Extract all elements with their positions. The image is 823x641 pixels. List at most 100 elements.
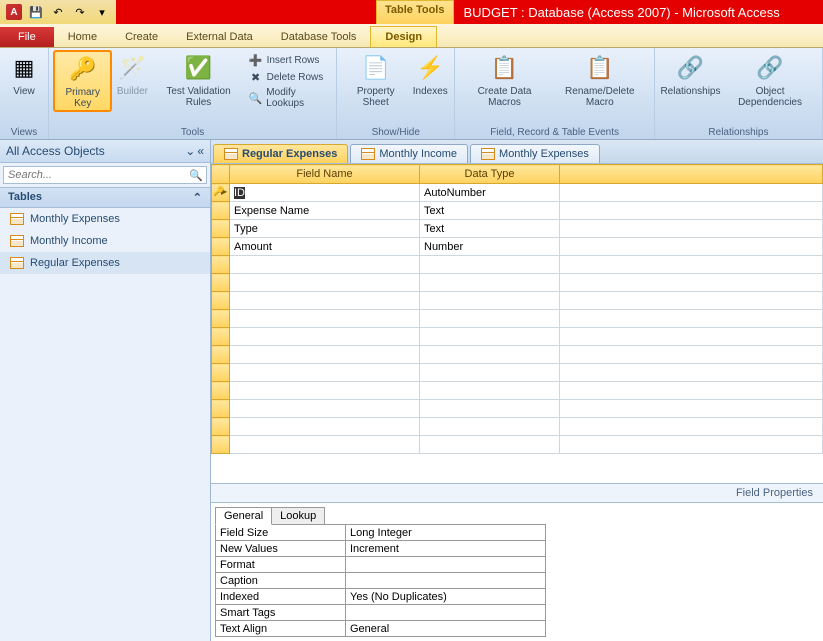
field-name-cell[interactable]: Expense Name	[230, 202, 420, 220]
table-icon	[10, 257, 24, 269]
table-row[interactable]	[212, 274, 823, 292]
navigation-pane: All Access Objects ⌄« 🔍 Tables⌃ Monthly …	[0, 140, 211, 641]
relationships-button[interactable]: 🔗Relationships	[659, 50, 722, 99]
row-selector[interactable]	[212, 184, 230, 202]
col-field-name[interactable]: Field Name	[230, 165, 420, 184]
table-icon	[10, 235, 24, 247]
design-surface: Regular Expenses Monthly Income Monthly …	[211, 140, 823, 641]
insert-rows-button[interactable]: ➕Insert Rows	[247, 52, 331, 68]
prop-tab-general[interactable]: General	[215, 507, 272, 525]
prop-row[interactable]: Field SizeLong Integer	[216, 525, 546, 541]
doc-tab-monthly-expenses[interactable]: Monthly Expenses	[470, 144, 600, 163]
undo-icon[interactable]: ↶	[48, 2, 68, 22]
table-row[interactable]	[212, 292, 823, 310]
save-icon[interactable]: 💾	[26, 2, 46, 22]
select-all-cell[interactable]	[212, 165, 230, 184]
group-showhide: 📄Property Sheet ⚡Indexes Show/Hide	[337, 48, 455, 139]
table-row[interactable]	[212, 328, 823, 346]
nav-collapse-icon[interactable]: «	[197, 144, 204, 158]
data-type-cell[interactable]: AutoNumber	[420, 184, 560, 202]
group-relationships: 🔗Relationships 🔗Object Dependencies Rela…	[655, 48, 823, 139]
field-name-cell[interactable]: Amount	[230, 238, 420, 256]
prop-row[interactable]: Text AlignGeneral	[216, 621, 546, 637]
indexes-button[interactable]: ⚡Indexes	[410, 50, 450, 99]
data-type-cell[interactable]: Number	[420, 238, 560, 256]
key-icon: 🔑	[67, 53, 99, 85]
prop-tab-lookup[interactable]: Lookup	[271, 507, 325, 525]
table-row[interactable]	[212, 364, 823, 382]
prop-row[interactable]: Smart Tags	[216, 605, 546, 621]
table-row[interactable]	[212, 382, 823, 400]
delete-rows-button[interactable]: ✖Delete Rows	[247, 69, 331, 85]
primary-key-button[interactable]: 🔑 Primary Key	[53, 50, 112, 112]
document-tabs: Regular Expenses Monthly Income Monthly …	[211, 140, 823, 164]
delete-row-icon: ✖	[249, 70, 263, 84]
doc-tab-monthly-income[interactable]: Monthly Income	[350, 144, 468, 163]
insert-row-icon: ➕	[249, 53, 263, 67]
tab-external-data[interactable]: External Data	[172, 27, 267, 47]
table-row[interactable]	[212, 310, 823, 328]
nav-item-regular-expenses[interactable]: Regular Expenses	[0, 252, 210, 274]
view-button[interactable]: ▦ View	[4, 50, 44, 99]
row-selector[interactable]	[212, 238, 230, 256]
datasheet-icon: ▦	[8, 52, 40, 84]
table-icon	[481, 148, 495, 160]
tab-home[interactable]: Home	[54, 27, 111, 47]
row-selector[interactable]	[212, 202, 230, 220]
contextual-tab-label: Table Tools	[376, 0, 454, 24]
rename-macro-icon: 📋	[584, 52, 616, 84]
col-data-type[interactable]: Data Type	[420, 165, 560, 184]
field-name-cell[interactable]: ID	[230, 184, 420, 202]
field-name-cell[interactable]: Type	[230, 220, 420, 238]
redo-icon[interactable]: ↷	[70, 2, 90, 22]
indexes-icon: ⚡	[414, 52, 446, 84]
qat-dropdown-icon[interactable]: ▾	[92, 2, 112, 22]
group-views: ▦ View Views	[0, 48, 49, 139]
property-sheet-button[interactable]: 📄Property Sheet	[341, 50, 410, 110]
table-row[interactable]	[212, 418, 823, 436]
modify-lookups-button[interactable]: 🔍Modify Lookups	[247, 86, 331, 110]
nav-search[interactable]: 🔍	[3, 166, 207, 184]
builder-button[interactable]: 🪄 Builder	[112, 50, 152, 99]
tab-create[interactable]: Create	[111, 27, 172, 47]
table-row[interactable]: TypeText	[212, 220, 823, 238]
search-input[interactable]	[4, 167, 186, 183]
nav-item-monthly-expenses[interactable]: Monthly Expenses	[0, 208, 210, 230]
table-row[interactable]	[212, 436, 823, 454]
doc-tab-regular-expenses[interactable]: Regular Expenses	[213, 144, 348, 163]
table-row[interactable]: IDAutoNumber	[212, 184, 823, 202]
nav-item-monthly-income[interactable]: Monthly Income	[0, 230, 210, 252]
dependencies-icon: 🔗	[754, 52, 786, 84]
rename-delete-macro-button[interactable]: 📋Rename/Delete Macro	[550, 50, 650, 110]
table-row[interactable]: AmountNumber	[212, 238, 823, 256]
lookup-icon: 🔍	[249, 91, 263, 105]
collapse-icon[interactable]: ⌃	[193, 191, 202, 204]
quick-access-toolbar: A 💾 ↶ ↷ ▾	[0, 0, 116, 24]
object-dependencies-button[interactable]: 🔗Object Dependencies	[722, 50, 818, 110]
prop-row[interactable]: New ValuesIncrement	[216, 541, 546, 557]
prop-row[interactable]: Caption	[216, 573, 546, 589]
tab-file[interactable]: File	[0, 27, 54, 47]
prop-row[interactable]: IndexedYes (No Duplicates)	[216, 589, 546, 605]
create-data-macros-button[interactable]: 📋Create Data Macros	[459, 50, 549, 110]
app-icon[interactable]: A	[4, 2, 24, 22]
table-row[interactable]: Expense NameText	[212, 202, 823, 220]
col-description[interactable]	[560, 165, 823, 184]
group-tools: 🔑 Primary Key 🪄 Builder ✅ Test Validatio…	[49, 48, 337, 139]
nav-dropdown-icon[interactable]: ⌄	[185, 144, 195, 158]
tab-database-tools[interactable]: Database Tools	[267, 27, 371, 47]
field-properties-label: Field Properties	[211, 483, 823, 502]
table-row[interactable]	[212, 346, 823, 364]
table-row[interactable]	[212, 400, 823, 418]
nav-group-tables[interactable]: Tables⌃	[0, 187, 210, 208]
data-type-cell[interactable]: Text	[420, 202, 560, 220]
prop-row[interactable]: Format	[216, 557, 546, 573]
search-icon[interactable]: 🔍	[186, 167, 206, 183]
row-selector[interactable]	[212, 220, 230, 238]
nav-header[interactable]: All Access Objects ⌄«	[0, 140, 210, 163]
data-type-cell[interactable]: Text	[420, 220, 560, 238]
field-grid[interactable]: Field Name Data Type IDAutoNumber Expens…	[211, 164, 823, 483]
table-row[interactable]	[212, 256, 823, 274]
test-validation-button[interactable]: ✅ Test Validation Rules	[152, 50, 244, 110]
tab-design[interactable]: Design	[370, 26, 437, 47]
